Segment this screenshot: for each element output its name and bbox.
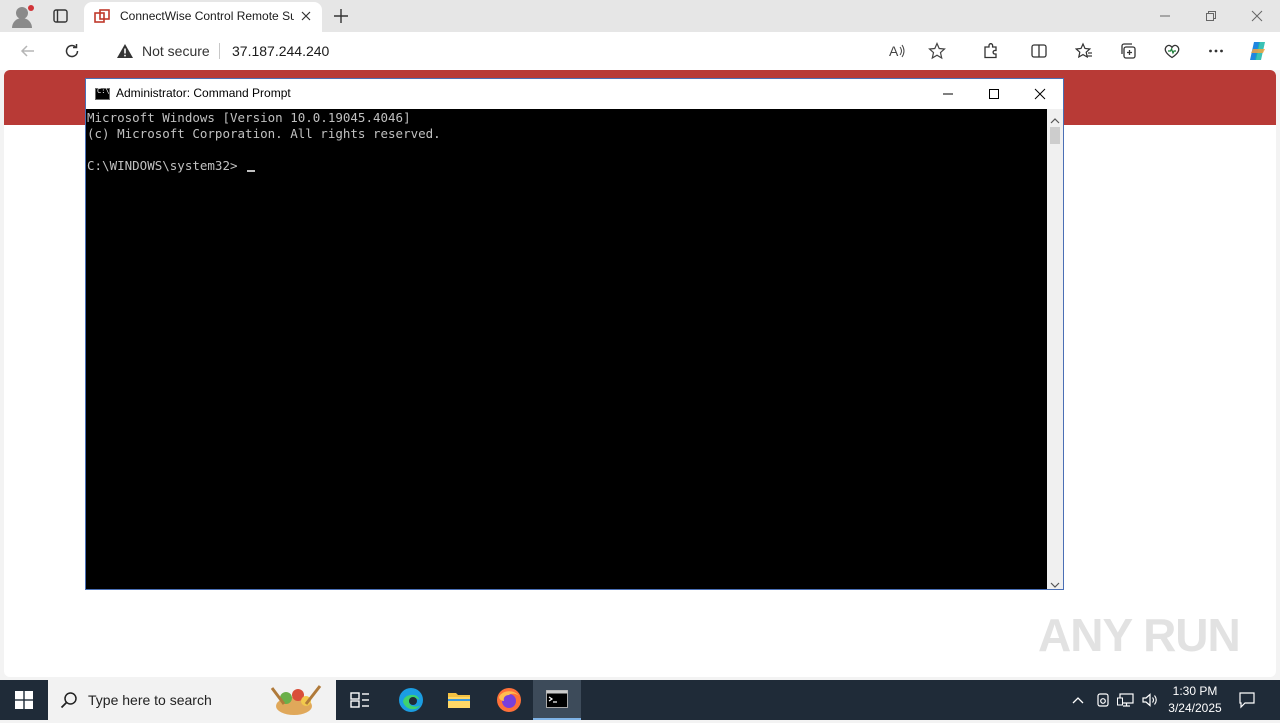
new-tab-icon[interactable]: [330, 4, 352, 28]
search-placeholder: Type here to search: [88, 692, 212, 708]
command-prompt-taskbar-icon[interactable]: [533, 680, 581, 720]
restore-browser-icon[interactable]: [1188, 0, 1234, 32]
clock-time[interactable]: 1:30 PM: [1168, 684, 1222, 698]
cmd-app-icon[interactable]: C:\: [95, 87, 110, 100]
browser-toolbar: Not secure 37.187.244.240 A: [0, 32, 1280, 70]
minimize-icon[interactable]: [925, 79, 971, 109]
refresh-icon[interactable]: [58, 37, 86, 65]
edge-browser-icon[interactable]: [387, 680, 435, 720]
svg-text:A: A: [889, 43, 899, 59]
split-screen-icon[interactable]: [1025, 37, 1053, 65]
cmd-titlebar[interactable]: C:\ Administrator: Command Prompt: [86, 79, 1063, 109]
back-arrow-icon[interactable]: [14, 37, 42, 65]
console-line: (c) Microsoft Corporation. All rights re…: [87, 126, 441, 141]
console-output[interactable]: Microsoft Windows [Version 10.0.19045.40…: [86, 109, 1047, 589]
profile-avatar-icon[interactable]: [8, 4, 36, 28]
extensions-icon[interactable]: [977, 37, 1005, 65]
cmd-window-title: Administrator: Command Prompt: [116, 86, 291, 100]
tab-actions-icon[interactable]: [46, 4, 74, 28]
copilot-icon[interactable]: [1244, 37, 1272, 65]
collections-icon[interactable]: [1114, 37, 1142, 65]
close-icon[interactable]: [1017, 79, 1063, 109]
url-separator: [219, 43, 220, 59]
windows-start-icon[interactable]: [0, 680, 48, 720]
connectwise-favicon-icon: [94, 9, 110, 30]
read-aloud-icon[interactable]: A: [888, 42, 908, 65]
firefox-icon[interactable]: [485, 680, 533, 720]
search-highlight-illustration-icon: [264, 682, 328, 723]
console-line: Microsoft Windows [Version 10.0.19045.40…: [87, 110, 411, 125]
browser-essentials-icon[interactable]: [1158, 37, 1186, 65]
tray-device-icon[interactable]: [1093, 690, 1113, 710]
tab-title: ConnectWise Control Remote Su: [120, 9, 294, 23]
security-status-label[interactable]: Not secure: [142, 43, 210, 59]
more-options-icon[interactable]: [1202, 37, 1230, 65]
browser-tab-strip: ConnectWise Control Remote Su: [0, 0, 1280, 32]
show-hidden-icons-chevron-icon[interactable]: [1068, 690, 1088, 710]
favorite-star-icon[interactable]: [928, 42, 946, 65]
file-explorer-icon[interactable]: [435, 680, 483, 720]
minimize-browser-icon[interactable]: [1142, 0, 1188, 32]
scrollbar-thumb[interactable]: [1050, 127, 1060, 144]
taskbar-search-box[interactable]: Type here to search: [48, 680, 336, 720]
taskbar: Type here to search 1:30 PM 3/24/2025: [0, 680, 1280, 720]
command-prompt-window[interactable]: C:\ Administrator: Command Prompt Micros…: [85, 78, 1064, 590]
console-scrollbar[interactable]: [1047, 109, 1063, 589]
maximize-icon[interactable]: [971, 79, 1017, 109]
favorites-icon[interactable]: [1070, 37, 1098, 65]
volume-icon[interactable]: [1140, 690, 1160, 710]
search-icon: [60, 691, 78, 714]
notification-center-icon[interactable]: [1237, 690, 1257, 710]
anyrun-watermark: ANY RUN: [1038, 609, 1241, 661]
close-browser-icon[interactable]: [1234, 0, 1280, 32]
url-text[interactable]: 37.187.244.240: [232, 43, 329, 59]
warning-triangle-icon[interactable]: [116, 42, 134, 65]
scroll-down-arrow-icon[interactable]: [1050, 576, 1060, 594]
clock-date[interactable]: 3/24/2025: [1164, 701, 1226, 715]
console-prompt: C:\WINDOWS\system32>: [87, 158, 238, 173]
task-view-icon[interactable]: [336, 680, 384, 720]
address-bar[interactable]: Not secure 37.187.244.240 A: [100, 35, 964, 67]
browser-tab[interactable]: ConnectWise Control Remote Su: [84, 2, 322, 32]
cmd-icon-text: C:\: [97, 87, 110, 95]
close-tab-icon[interactable]: [298, 8, 314, 24]
network-icon[interactable]: [1116, 690, 1136, 710]
text-cursor: [247, 170, 255, 172]
